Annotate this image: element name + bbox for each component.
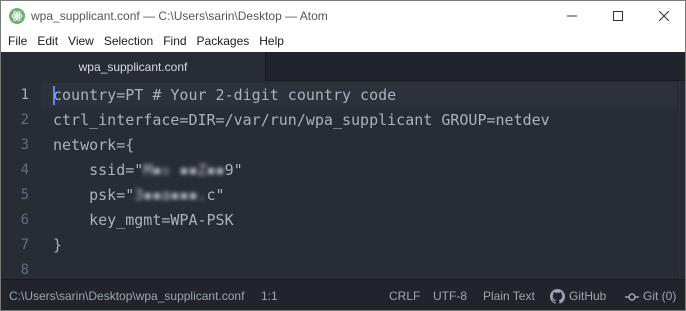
line-number: 2	[20, 112, 29, 128]
ssid-prefix: ssid="	[53, 161, 144, 179]
atom-icon	[9, 8, 25, 24]
status-line-ending[interactable]: CRLF	[389, 280, 420, 310]
status-git[interactable]: Git (0)	[625, 280, 677, 310]
menu-file[interactable]: File	[1, 31, 32, 52]
code-line: ctrl_interface=DIR=/var/run/wpa_supplica…	[53, 111, 550, 129]
maximize-icon	[613, 11, 623, 21]
status-file-path[interactable]: C:\Users\sarin\Desktop\wpa_supplicant.co…	[9, 280, 244, 310]
github-label: GitHub	[569, 289, 607, 303]
redacted-psk: 3▪▪a▪▪▪.	[134, 186, 207, 204]
ssid-suffix: 9"	[224, 161, 243, 179]
menu-edit[interactable]: Edit	[32, 31, 63, 52]
code-line: network={	[53, 136, 135, 154]
line-number: 5	[20, 187, 29, 203]
code-line-psk: psk="3▪▪a▪▪▪.c"	[53, 183, 225, 208]
title-bar[interactable]: wpa_supplicant.conf — C:\Users\sarin\Des…	[1, 1, 685, 31]
menu-packages[interactable]: Packages	[192, 31, 255, 52]
line-number: 4	[20, 162, 29, 178]
close-button[interactable]	[641, 1, 685, 31]
minimize-button[interactable]	[549, 1, 595, 31]
git-label: Git (0)	[643, 289, 677, 303]
close-icon	[659, 11, 669, 21]
minimize-icon	[567, 15, 577, 17]
atom-window: wpa_supplicant.conf — C:\Users\sarin\Des…	[0, 0, 686, 311]
maximize-button[interactable]	[595, 1, 641, 31]
text-editor[interactable]: 1 2 3 4 5 6 7 8 country=PT # Your 2-digi…	[1, 81, 685, 279]
line-number: 7	[20, 237, 29, 253]
status-github[interactable]: GitHub	[550, 280, 607, 310]
git-commit-icon	[625, 292, 639, 302]
tab-bar: wpa_supplicant.conf	[1, 52, 685, 81]
line-number: 6	[20, 212, 29, 228]
menu-view[interactable]: View	[63, 31, 99, 52]
code-line: country=PT # Your 2-digit country code	[53, 86, 397, 104]
github-icon	[550, 289, 565, 304]
window-title: wpa_supplicant.conf — C:\Users\sarin\Des…	[31, 9, 328, 23]
menu-help[interactable]: Help	[254, 31, 289, 52]
redacted-ssid: M▪▫ ▪▪Z▪▪	[143, 161, 225, 179]
menu-selection[interactable]: Selection	[99, 31, 158, 52]
text-cursor	[53, 86, 55, 105]
code-line-ssid: ssid="M▪▫ ▪▪Z▪▪9"	[53, 158, 243, 183]
psk-prefix: psk="	[53, 186, 135, 204]
status-encoding[interactable]: UTF-8	[433, 280, 467, 310]
code-line: key_mgmt=WPA-PSK	[53, 211, 234, 229]
line-number-gutter[interactable]: 1 2 3 4 5 6 7 8	[1, 81, 41, 279]
psk-suffix: c"	[206, 186, 225, 204]
status-grammar[interactable]: Plain Text	[483, 280, 535, 310]
menu-find[interactable]: Find	[158, 31, 191, 52]
vertical-scrollbar[interactable]	[679, 81, 685, 279]
line-number: 1	[20, 87, 29, 103]
status-bar: C:\Users\sarin\Desktop\wpa_supplicant.co…	[1, 279, 685, 310]
tab-wpa-supplicant[interactable]: wpa_supplicant.conf	[1, 52, 266, 81]
status-cursor-position[interactable]: 1:1	[261, 280, 278, 310]
code-line: }	[53, 236, 63, 254]
line-number: 3	[20, 137, 29, 153]
tab-label: wpa_supplicant.conf	[78, 59, 188, 74]
menu-bar: File Edit View Selection Find Packages H…	[1, 31, 685, 52]
